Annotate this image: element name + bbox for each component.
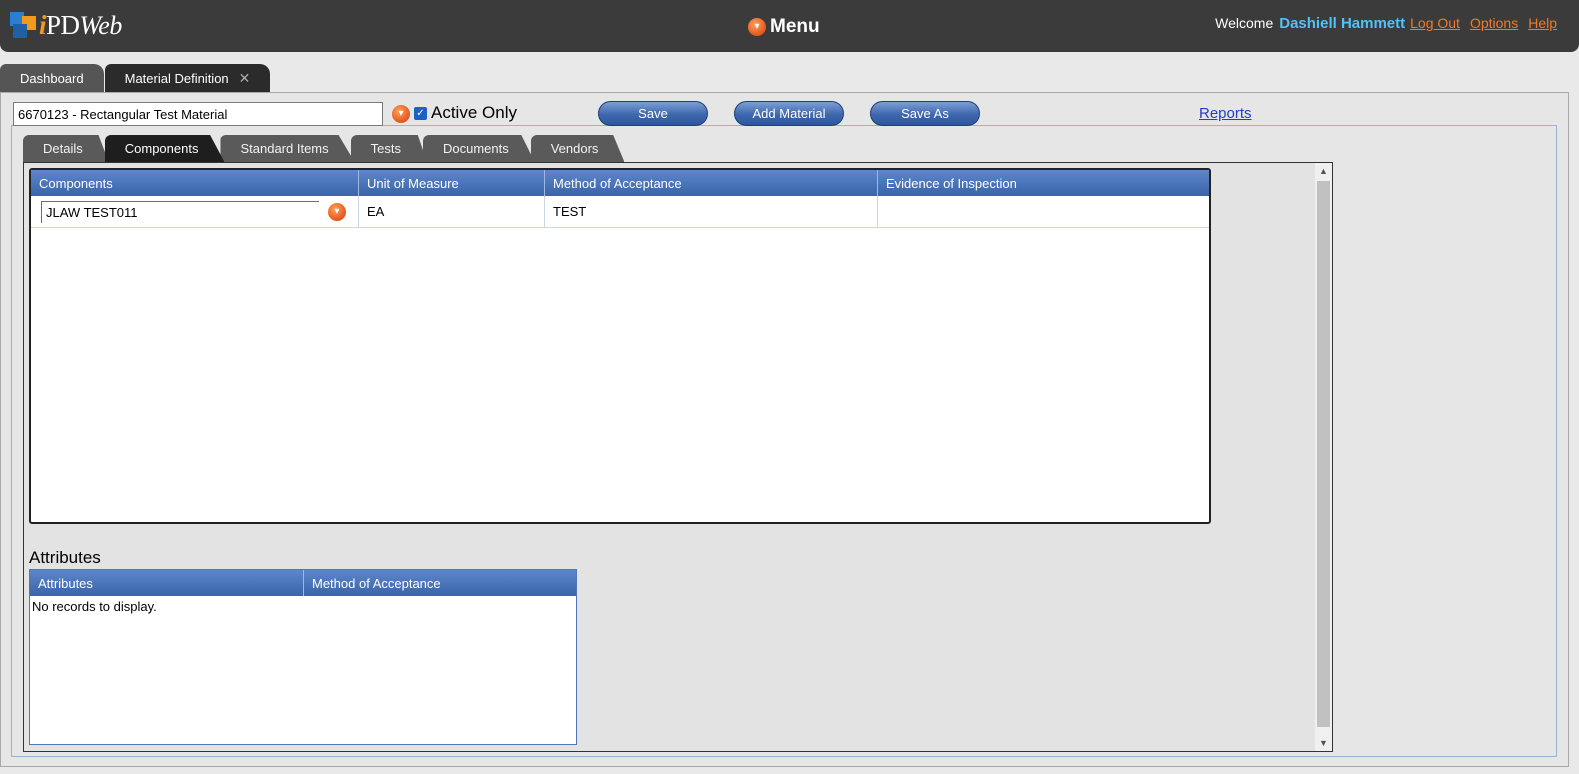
- grid-header: Attributes Method of Acceptance: [30, 570, 576, 596]
- grid-header: Components Unit of Measure Method of Acc…: [31, 170, 1209, 196]
- tab-label: Material Definition: [124, 70, 229, 86]
- scroll-up-icon[interactable]: ▲: [1315, 163, 1332, 179]
- sub-tab-strip: Details Components Standard Items Tests …: [23, 135, 625, 162]
- tab-components[interactable]: Components: [104, 135, 225, 162]
- welcome-area: Welcome Dashiell Hammett Log Out Options…: [1215, 15, 1557, 32]
- tab-label: Dashboard: [20, 70, 84, 86]
- attributes-heading: Attributes: [29, 548, 101, 567]
- chevron-down-icon: ▾: [748, 18, 766, 36]
- user-name: Dashiell Hammett: [1279, 15, 1406, 32]
- menu-button[interactable]: ▾ Menu: [748, 16, 820, 38]
- logout-link[interactable]: Log Out: [1410, 15, 1460, 31]
- reports-link[interactable]: Reports: [1199, 105, 1252, 122]
- component-input[interactable]: [41, 200, 319, 223]
- attributes-grid: Attributes Method of Acceptance No recor…: [29, 569, 577, 745]
- scroll-thumb[interactable]: [1317, 181, 1330, 727]
- column-header-method[interactable]: Method of Acceptance: [545, 170, 878, 196]
- column-header-uom[interactable]: Unit of Measure: [359, 170, 545, 196]
- tab-documents[interactable]: Documents: [422, 135, 535, 162]
- chevron-down-icon[interactable]: ▾: [328, 203, 346, 221]
- main-content: ▾ ✓ Active Only Save Add Material Save A…: [0, 92, 1569, 767]
- menu-label: Menu: [770, 16, 820, 37]
- save-as-button[interactable]: Save As: [870, 101, 980, 126]
- vertical-scrollbar[interactable]: ▲ ▼: [1315, 163, 1332, 751]
- empty-message: No records to display.: [32, 599, 157, 614]
- active-only-label: Active Only: [431, 103, 517, 122]
- scroll-down-icon[interactable]: ▼: [1315, 735, 1332, 751]
- active-only-checkbox[interactable]: ✓ Active Only: [414, 103, 517, 123]
- components-grid: Components Unit of Measure Method of Acc…: [29, 168, 1211, 524]
- save-button[interactable]: Save: [598, 101, 708, 126]
- close-icon[interactable]: ✕: [239, 70, 251, 87]
- chevron-down-icon[interactable]: ▾: [392, 105, 410, 123]
- tab-material-definition[interactable]: Material Definition ✕: [104, 64, 271, 92]
- logo-text: iPDWeb: [39, 9, 122, 40]
- column-header-attributes[interactable]: Attributes: [30, 570, 304, 596]
- options-link[interactable]: Options: [1470, 15, 1518, 31]
- app-header: iPDWeb ▾ Menu Welcome Dashiell Hammett L…: [0, 0, 1579, 52]
- top-tab-strip: Dashboard Material Definition ✕: [0, 64, 271, 92]
- evidence-cell: [878, 196, 1209, 227]
- components-panel: Components Unit of Measure Method of Acc…: [23, 162, 1333, 752]
- welcome-label: Welcome: [1215, 15, 1274, 31]
- column-header-evidence[interactable]: Evidence of Inspection: [878, 170, 1209, 196]
- uom-cell: EA: [359, 196, 545, 227]
- table-row[interactable]: ▾ EA TEST: [31, 196, 1209, 228]
- tab-standard-items[interactable]: Standard Items: [220, 135, 355, 162]
- column-header-components[interactable]: Components: [31, 170, 359, 196]
- column-header-method[interactable]: Method of Acceptance: [304, 570, 576, 596]
- add-material-button[interactable]: Add Material: [734, 101, 844, 126]
- component-cell: ▾: [31, 196, 359, 227]
- help-link[interactable]: Help: [1528, 15, 1557, 31]
- checkbox-check-icon[interactable]: ✓: [414, 106, 427, 120]
- tab-vendors[interactable]: Vendors: [530, 135, 625, 162]
- logo-mark-icon: [10, 12, 36, 38]
- tab-tests[interactable]: Tests: [350, 135, 427, 162]
- material-select-input[interactable]: [13, 102, 383, 126]
- tab-details[interactable]: Details: [23, 135, 109, 162]
- tab-dashboard[interactable]: Dashboard: [0, 64, 104, 92]
- method-cell: TEST: [545, 196, 878, 227]
- ipdweb-logo[interactable]: iPDWeb: [10, 9, 122, 41]
